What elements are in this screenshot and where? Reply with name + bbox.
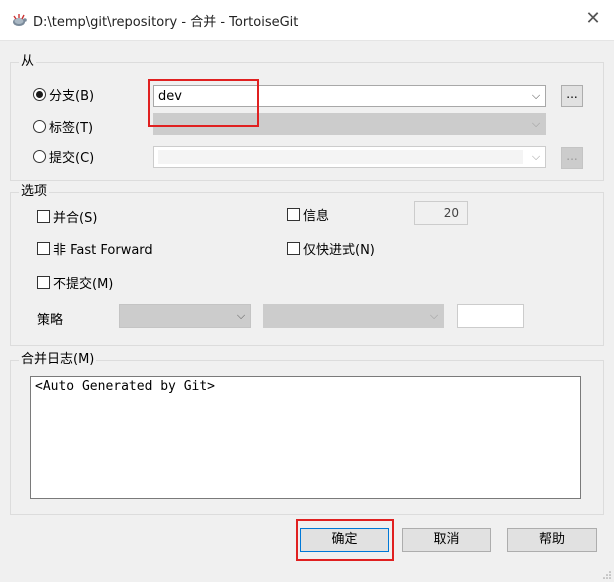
from-group-label: 从 [19, 54, 37, 69]
strategy-combo: ⌵ [119, 304, 251, 328]
window-title: D:\temp\git\repository - 合并 - TortoiseGi… [33, 15, 299, 30]
commit-combo: ⌵ [153, 146, 546, 168]
squash-checkbox[interactable]: 并合(S) [37, 207, 97, 226]
resize-grip-icon[interactable] [602, 570, 612, 580]
branch-radio[interactable]: 分支(B) [33, 85, 94, 104]
strategy-label: 策略 [37, 313, 64, 328]
branch-combo-value: dev [158, 88, 182, 104]
options-group-label: 选项 [19, 184, 50, 199]
commit-combo-edit [158, 150, 523, 164]
close-icon[interactable]: ✕ [582, 8, 604, 30]
title-bar[interactable]: D:\temp\git\repository - 合并 - TortoiseGi… [0, 0, 614, 40]
ok-button[interactable]: 确定 [300, 528, 389, 552]
tortoisegit-turtle-icon [13, 14, 27, 26]
strategy-option-combo: ⌵ [263, 304, 444, 328]
branch-combo[interactable]: dev ⌵ [153, 85, 546, 107]
no-ff-checkbox[interactable]: 非 Fast Forward [37, 239, 153, 258]
chevron-down-icon[interactable]: ⌵ [527, 86, 545, 106]
tag-radio-label: 标签(T) [49, 121, 94, 136]
chevron-down-icon: ⌵ [236, 309, 246, 322]
merge-log-textarea[interactable]: <Auto Generated by Git> [30, 376, 581, 499]
tag-radio[interactable]: 标签(T) [33, 117, 93, 136]
log-checkbox-box[interactable] [287, 208, 300, 221]
chevron-down-icon: ⌵ [531, 150, 541, 163]
tag-combo: ⌵ [153, 113, 546, 135]
strategy-param-field [457, 304, 524, 328]
branch-radio-indicator[interactable] [33, 88, 46, 101]
commit-radio-indicator[interactable] [33, 150, 46, 163]
log-checkbox-label: 信息 [303, 209, 330, 224]
chevron-down-icon: ⌵ [531, 117, 541, 130]
branch-browse-button[interactable]: ... [561, 85, 583, 107]
no-commit-checkbox-label: 不提交(M) [53, 277, 114, 292]
no-commit-checkbox-box[interactable] [37, 276, 50, 289]
no-ff-checkbox-box[interactable] [37, 242, 50, 255]
no-ff-checkbox-label: 非 Fast Forward [53, 243, 153, 258]
log-count-field: 20 [414, 201, 468, 225]
ff-only-checkbox[interactable]: 仅快进式(N) [287, 239, 375, 258]
log-checkbox[interactable]: 信息 [287, 205, 329, 224]
commit-radio-label: 提交(C) [49, 151, 95, 166]
no-commit-checkbox[interactable]: 不提交(M) [37, 273, 113, 292]
tag-radio-indicator[interactable] [33, 120, 46, 133]
chevron-down-icon: ⌵ [429, 309, 439, 322]
commit-browse-button: ... [561, 147, 583, 169]
ff-only-checkbox-box[interactable] [287, 242, 300, 255]
branch-radio-label: 分支(B) [49, 89, 95, 104]
commit-radio[interactable]: 提交(C) [33, 147, 94, 166]
cancel-button[interactable]: 取消 [402, 528, 491, 552]
squash-checkbox-label: 并合(S) [53, 211, 98, 226]
squash-checkbox-box[interactable] [37, 210, 50, 223]
help-button[interactable]: 帮助 [507, 528, 597, 552]
merge-log-group-label: 合并日志(M) [19, 352, 97, 367]
ff-only-checkbox-label: 仅快进式(N) [303, 243, 375, 258]
dialog-client-area: 从 分支(B) dev ⌵ ... 标签(T) ⌵ 提交(C) ⌵ ... 选项… [0, 40, 614, 582]
